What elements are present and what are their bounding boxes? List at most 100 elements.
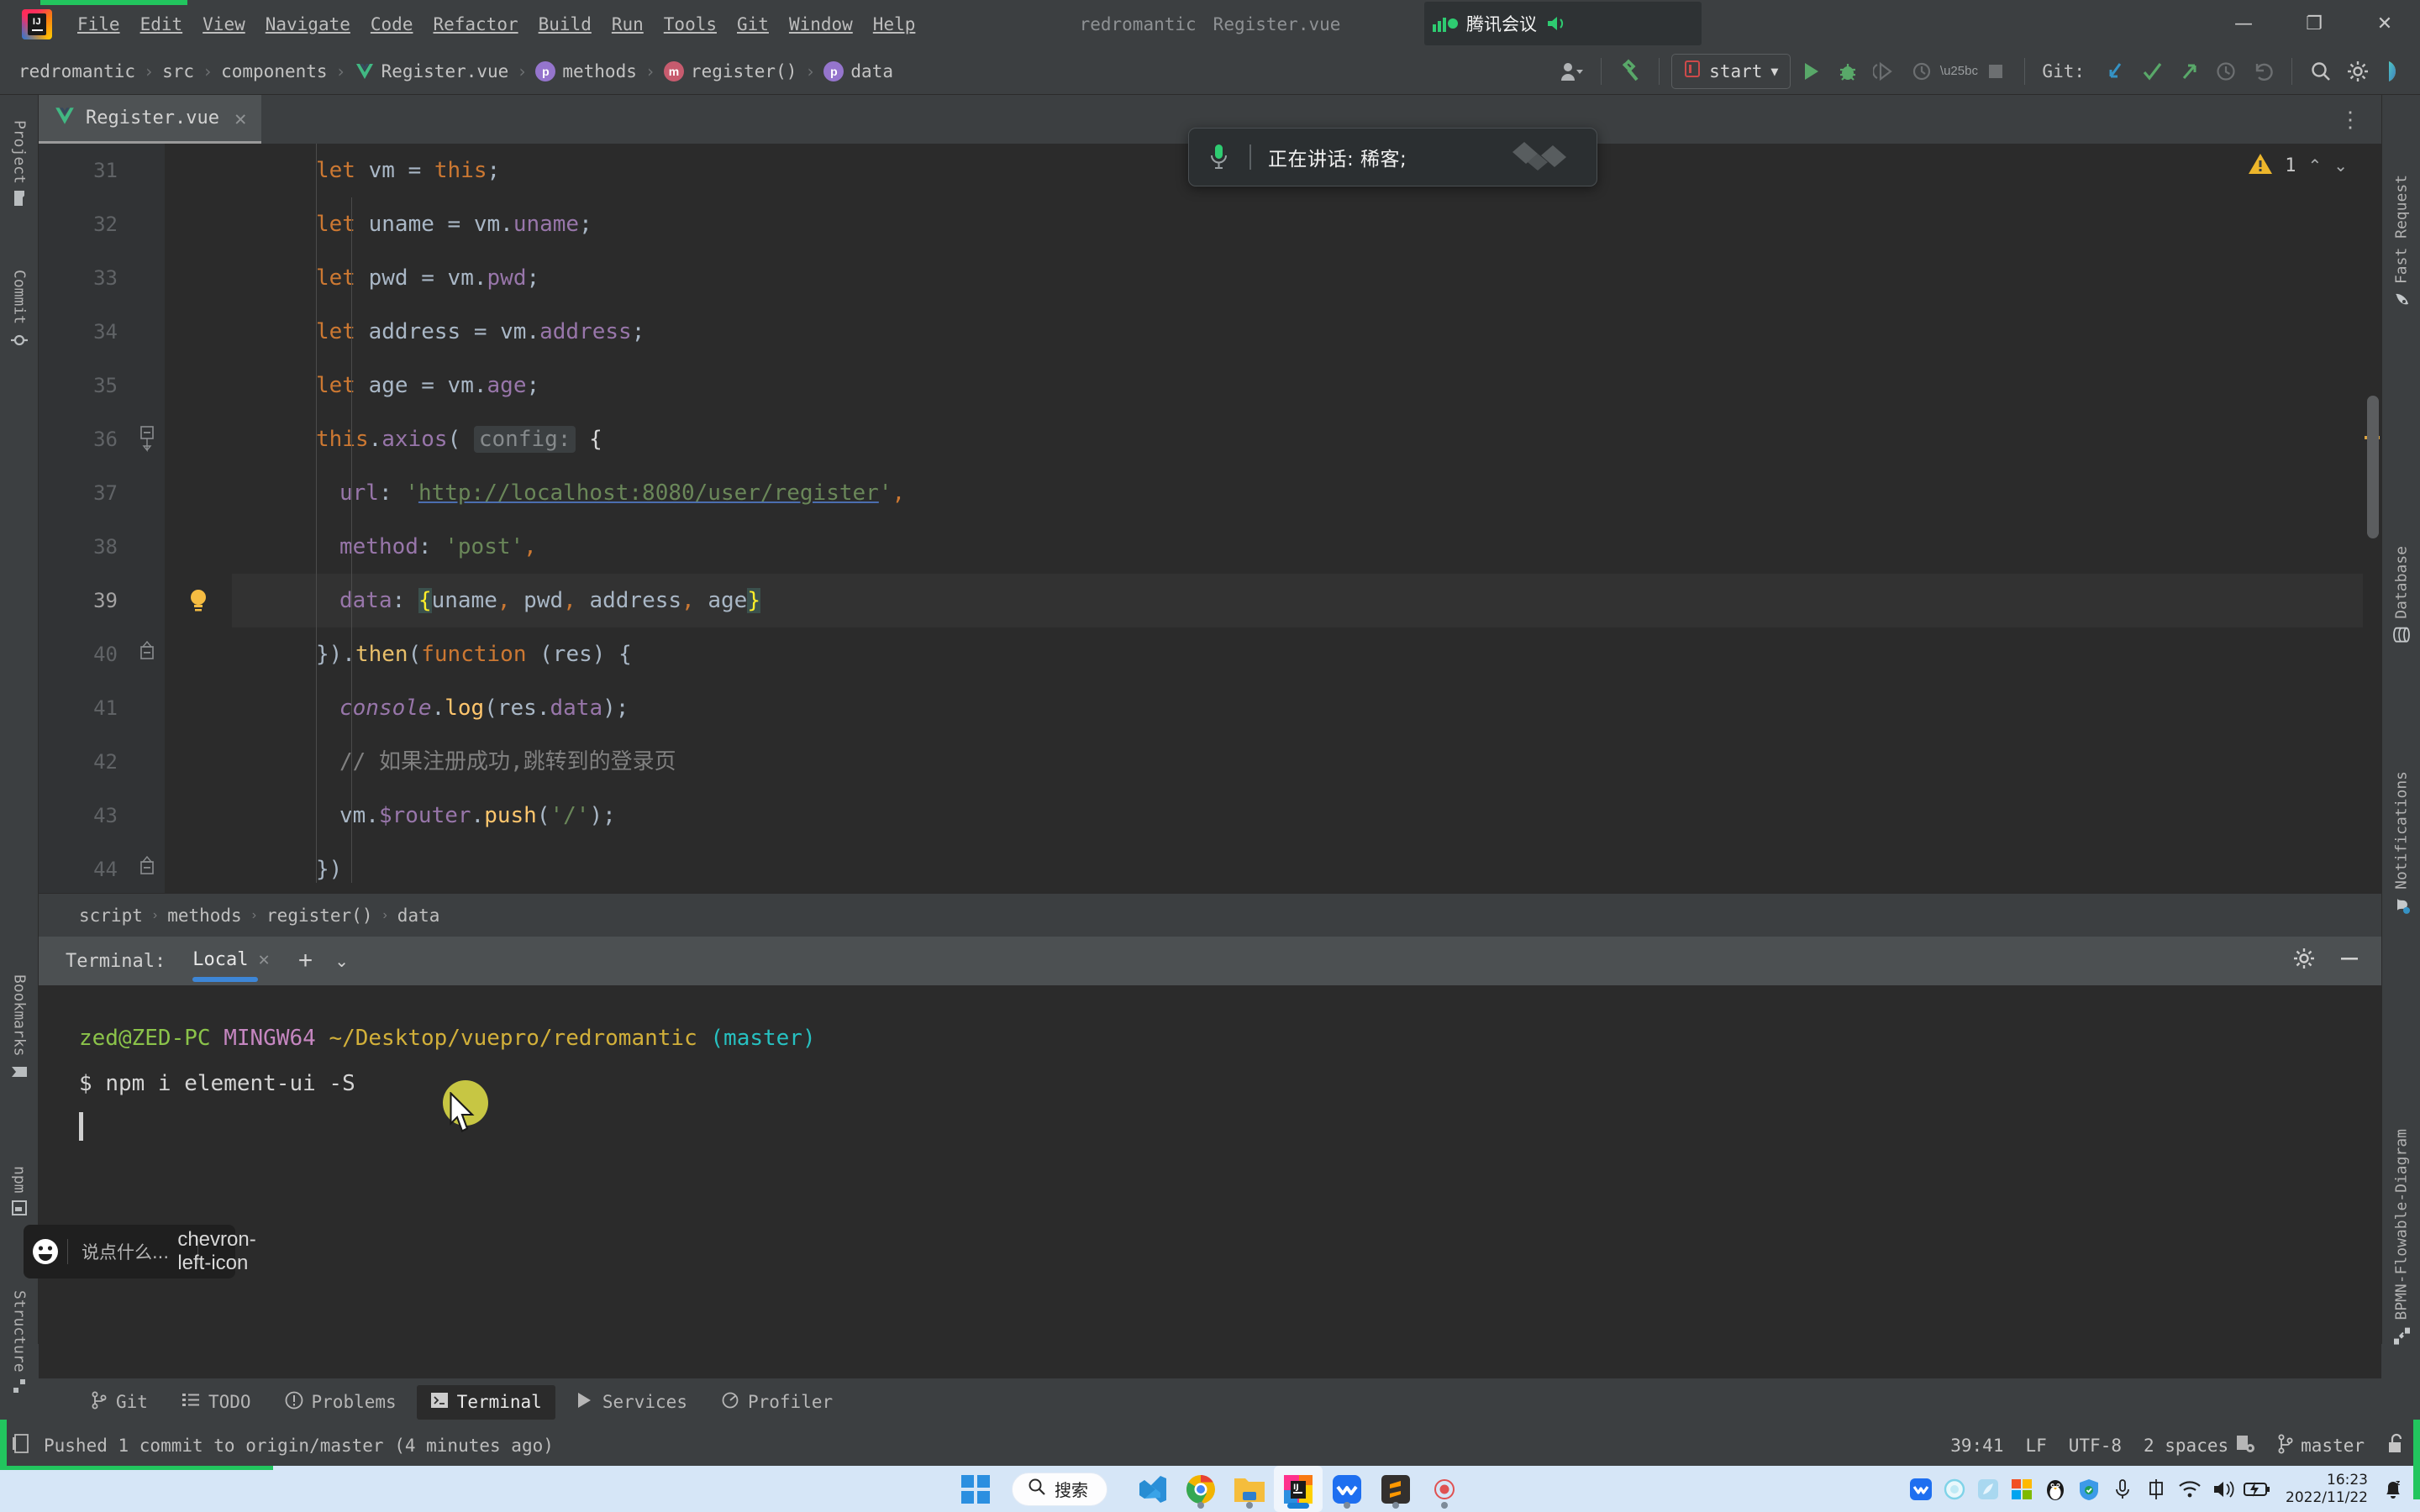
- tencent-meeting-tray-icon[interactable]: [1904, 1466, 1938, 1512]
- do-not-disturb-bell-icon[interactable]: z: [2376, 1466, 2410, 1512]
- ime-chinese-tray-icon[interactable]: [2139, 1466, 2173, 1512]
- close-icon[interactable]: ✕: [234, 107, 246, 130]
- chevron-down-icon[interactable]: ⌄: [334, 951, 349, 972]
- new-terminal-button[interactable]: +: [298, 948, 313, 974]
- microsoft-office-tray-icon[interactable]: [2005, 1466, 2039, 1512]
- taskbar-clock[interactable]: 16:23 2022/11/22: [2286, 1472, 2368, 1507]
- previous-problem-icon[interactable]: ⌃: [2307, 155, 2322, 176]
- git-push-arrow-icon[interactable]: [2172, 55, 2206, 88]
- git-commit-check-icon[interactable]: [2135, 55, 2169, 88]
- bottom-tab-problems[interactable]: Problems: [271, 1384, 410, 1420]
- caret-position[interactable]: 39:41: [1950, 1436, 2003, 1456]
- status-indicators[interactable]: 39:41 LF UTF-8 2 spaces master: [1950, 1433, 2405, 1459]
- file-encoding[interactable]: UTF-8: [2069, 1436, 2122, 1456]
- code-line-44[interactable]: }): [232, 843, 2381, 893]
- taskbar-app-file-explorer[interactable]: [1225, 1466, 1274, 1512]
- bottom-tab-todo[interactable]: TODO: [168, 1385, 265, 1420]
- chat-input-widget[interactable]: 说点什么... chevron-left-icon: [24, 1225, 256, 1278]
- menu-item-view[interactable]: View: [192, 9, 255, 39]
- battery-charging-tray-icon[interactable]: [2240, 1466, 2274, 1512]
- menu-item-git[interactable]: Git: [727, 9, 779, 39]
- search-icon[interactable]: [2304, 55, 2338, 88]
- bottom-tab-git[interactable]: Git: [77, 1384, 161, 1420]
- code-line-32[interactable]: let uname = vm.uname;: [232, 197, 2381, 251]
- editor-tab-options-icon[interactable]: ⋮: [2329, 95, 2371, 144]
- menu-item-tools[interactable]: Tools: [654, 9, 727, 39]
- terminal-input-line[interactable]: [79, 1106, 2381, 1152]
- sidebar-item-commit[interactable]: Commit: [0, 246, 39, 372]
- terminal-header-actions[interactable]: [2292, 947, 2361, 976]
- microphone-tray-icon[interactable]: [2106, 1466, 2139, 1512]
- taskbar-app-intellij-idea[interactable]: IJ: [1274, 1466, 1323, 1512]
- circle-tray-icon[interactable]: [1938, 1466, 1971, 1512]
- code-line-36[interactable]: this.axios( config: {: [232, 412, 2381, 466]
- build-hammer-icon[interactable]: [1613, 55, 1647, 88]
- code-line-39[interactable]: data: {uname, pwd, address, age}: [232, 574, 2381, 627]
- status-message-group[interactable]: Pushed 1 commit to origin/master (4 minu…: [12, 1433, 554, 1459]
- taskbar-app-chrome[interactable]: [1176, 1466, 1225, 1512]
- sidebar-item-database[interactable]: Database: [2382, 498, 2420, 691]
- qq-penguin-tray-icon[interactable]: [2039, 1466, 2072, 1512]
- breadcrumb[interactable]: redromantic › src › components › Registe…: [18, 60, 893, 81]
- chevron-left-icon[interactable]: chevron-left-icon: [177, 1228, 255, 1275]
- menu-item-file[interactable]: File: [67, 9, 130, 39]
- close-icon[interactable]: ✕: [258, 949, 269, 970]
- event-log-icon[interactable]: [12, 1433, 32, 1459]
- menu-item-window[interactable]: Window: [779, 9, 863, 39]
- tencent-meeting-speaking-overlay[interactable]: 正在讲话: 稀客;: [1188, 128, 1597, 186]
- editor-gutter[interactable]: 31 32 33 34 35 36 37 38 39 40 41 42 43 4…: [39, 144, 165, 893]
- taskbar-app-vscode[interactable]: [1128, 1466, 1176, 1512]
- taskbar-app-sublime-text[interactable]: [1371, 1466, 1420, 1512]
- structure-crumb-methods[interactable]: methods: [167, 906, 242, 926]
- git-branch-indicator[interactable]: master: [2277, 1434, 2365, 1458]
- git-history-clock-icon[interactable]: [2209, 55, 2243, 88]
- intention-bulb-icon[interactable]: [165, 574, 232, 627]
- sidebar-item-notifications[interactable]: Notifications: [2382, 717, 2420, 969]
- bottom-tab-profiler[interactable]: Profiler: [708, 1384, 846, 1420]
- breadcrumb-item-register-vue[interactable]: Register.vue ›: [355, 61, 536, 81]
- breadcrumb-item-data[interactable]: p data: [823, 60, 893, 81]
- url-string-value[interactable]: http://localhost:8080/user/register: [418, 480, 879, 506]
- main-menu[interactable]: File Edit View Navigate Code Refactor Bu…: [67, 9, 925, 39]
- menu-item-run[interactable]: Run: [602, 9, 654, 39]
- structure-crumb-register[interactable]: register(): [266, 906, 372, 926]
- chevron-down-icon[interactable]: ▼: [1770, 64, 1778, 79]
- breadcrumb-item-register-method[interactable]: m register() ›: [663, 60, 823, 81]
- code-line-42[interactable]: // 如果注册成功,跳转到的登录页: [232, 735, 2381, 789]
- structure-breadcrumb[interactable]: script › methods › register() › data: [39, 893, 2381, 937]
- fold-collapse-icon[interactable]: [129, 412, 165, 466]
- sidebar-item-project[interactable]: Project: [0, 100, 39, 226]
- next-problem-icon[interactable]: ⌄: [2333, 155, 2348, 176]
- breadcrumb-item-redromantic[interactable]: redromantic ›: [18, 61, 162, 81]
- menu-item-edit[interactable]: Edit: [130, 9, 193, 39]
- gear-icon[interactable]: [2292, 947, 2316, 976]
- menu-item-navigate[interactable]: Navigate: [255, 9, 360, 39]
- smiley-face-icon[interactable]: [24, 1237, 67, 1266]
- taskbar-app-tencent-meeting[interactable]: [1323, 1466, 1371, 1512]
- structure-crumb-data[interactable]: data: [397, 906, 440, 926]
- window-controls[interactable]: — ❐ ✕: [2208, 0, 2420, 48]
- taskbar-app-group[interactable]: 搜索 IJ: [951, 1466, 1469, 1512]
- taskbar-search-box[interactable]: 搜索: [1012, 1472, 1107, 1506]
- run-coverage-icon[interactable]: [1868, 55, 1902, 88]
- minimize-icon[interactable]: [2338, 947, 2361, 976]
- terminal-output[interactable]: zed@ZED-PC MINGW64 ~/Desktop/vuepro/redr…: [39, 985, 2381, 1378]
- gear-icon[interactable]: [2341, 55, 2375, 88]
- breadcrumb-item-components[interactable]: components ›: [221, 61, 354, 81]
- menu-item-help[interactable]: Help: [863, 9, 926, 39]
- main-toolbar[interactable]: start ▼ \u25bc Git:: [1555, 53, 2412, 89]
- breadcrumb-item-methods[interactable]: p methods ›: [535, 60, 664, 81]
- editor-scrollbar-markers[interactable]: [2363, 144, 2381, 893]
- menu-item-code[interactable]: Code: [360, 9, 424, 39]
- fold-expand-icon[interactable]: [129, 627, 165, 681]
- security-shield-tray-icon[interactable]: [2072, 1466, 2106, 1512]
- code-line-43[interactable]: vm.$router.push('/');: [232, 789, 2381, 843]
- unlocked-padlock-icon[interactable]: [2386, 1433, 2405, 1459]
- system-tray[interactable]: 16:23 2022/11/22 z: [1904, 1466, 2410, 1512]
- sidebar-item-bookmarks[interactable]: Bookmarks: [0, 935, 39, 1120]
- code-editor[interactable]: 1 ⌃ ⌄ 31 32 33 34 35 36 37 38 39 40 41 4…: [39, 144, 2381, 893]
- code-line-35[interactable]: let age = vm.age;: [232, 359, 2381, 412]
- bottom-tab-terminal[interactable]: Terminal: [416, 1384, 555, 1420]
- sidebar-item-fast-request[interactable]: Fast Request: [2382, 120, 2420, 364]
- minimize-button[interactable]: —: [2208, 0, 2279, 48]
